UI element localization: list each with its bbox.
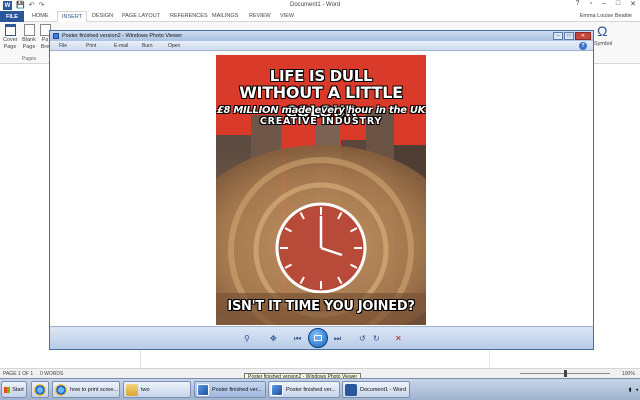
word-window-title: Document1 - Word [290, 2, 341, 8]
taskbar-item-label: Document1 - Word [360, 386, 407, 393]
photo-viewer-window: Poster finished version2 - Windows Photo… [49, 30, 594, 350]
symbol-button-label[interactable]: Symbol [594, 41, 612, 47]
zoom-level[interactable]: 100% [622, 371, 635, 377]
page-break-label: Pa Bre [40, 37, 50, 50]
start-button[interactable]: Start [1, 381, 27, 398]
ie-icon [34, 383, 46, 396]
pv-maximize-button[interactable]: □ [564, 32, 574, 40]
zoom-slider-thumb[interactable] [564, 370, 567, 377]
taskbar-ie-pinned[interactable] [31, 381, 49, 398]
pv-minimize-button[interactable]: – [553, 32, 563, 40]
symbol-omega-icon[interactable]: Ω [597, 23, 607, 39]
ribbon-display-icon[interactable]: ▫ [590, 0, 592, 8]
blank-page-icon [23, 24, 35, 36]
taskbar-item[interactable]: Document1 - Word [342, 381, 410, 398]
word-logo-icon: W [3, 1, 12, 10]
taskbar: Start how to print scree... two Poster f… [0, 378, 640, 400]
taskbar-item-label: how to print scree... [70, 386, 118, 393]
photo-viewer-titlebar: Poster finished version2 - Windows Photo… [50, 31, 593, 41]
taskbar-item-label: two [141, 386, 150, 393]
blank-page-button[interactable]: Blank Page [22, 24, 36, 51]
delete-icon[interactable]: ✕ [395, 334, 402, 343]
menu-email[interactable]: E-mail [114, 43, 128, 49]
photo-canvas[interactable]: LIFE IS DULL WITHOUT A LITTLE COLOUR £8 … [50, 51, 593, 326]
ribbon-tabs: FILE HOME INSERT DESIGN PAGE LAYOUT REFE… [0, 11, 640, 23]
poster-industry-line: CREATIVE INDUSTRY [259, 116, 383, 127]
word-window-controls: ? ▫ – □ ✕ [576, 0, 636, 8]
tab-view[interactable]: VIEW [280, 13, 294, 19]
tab-home[interactable]: HOME [32, 13, 49, 19]
tab-file[interactable]: FILE [0, 11, 24, 22]
tab-page-layout[interactable]: PAGE LAYOUT [122, 13, 160, 19]
poster-tagline: ISN'T IT TIME YOU JOINED? [227, 299, 415, 314]
pv-help-icon[interactable]: ? [579, 42, 587, 50]
photo-viewer-controls: ⚲ ✥ ⏮ ⏭ ↺ ↻ ✕ [50, 326, 593, 349]
windows-logo-icon [4, 386, 11, 393]
taskbar-item-label: Poster finished ver... [286, 386, 336, 393]
tab-design[interactable]: DESIGN [92, 13, 113, 19]
rotate-clockwise-icon[interactable]: ↻ [373, 334, 380, 343]
slideshow-button[interactable] [308, 328, 328, 348]
menu-burn[interactable]: Burn [142, 43, 153, 49]
photo-viewer-window-controls: – □ ✕ [553, 32, 591, 40]
photo-viewer-title: Poster finished version2 - Windows Photo… [62, 32, 183, 39]
pages-group-label: Pages [22, 56, 37, 62]
system-tray: ▮ ◂ [586, 381, 638, 398]
close-button[interactable]: ✕ [630, 0, 636, 8]
menu-print[interactable]: Print [86, 43, 96, 49]
folder-icon [126, 383, 138, 396]
tray-network-icon[interactable]: ▮ [629, 387, 632, 393]
cover-page-label: Cover Page [3, 37, 18, 50]
taskbar-item[interactable]: how to print scree... [52, 381, 120, 398]
taskbar-item[interactable]: Poster finished ver... [268, 381, 340, 398]
previous-icon[interactable]: ⏮ [294, 334, 301, 343]
redo-icon[interactable]: ↷ [39, 1, 45, 10]
ie-icon [55, 383, 67, 396]
word-titlebar: W 💾 ↶ ↷ Document1 - Word ? ▫ – □ ✕ [0, 0, 640, 11]
photo-viewer-icon [53, 33, 59, 39]
maximize-button[interactable]: □ [616, 0, 620, 8]
photo-viewer-icon [271, 383, 283, 396]
slideshow-icon [314, 335, 322, 341]
taskbar-item-label: Poster finished ver... [212, 386, 262, 393]
actual-size-icon[interactable]: ✥ [270, 334, 277, 343]
tray-volume-icon[interactable]: ◂ [635, 387, 638, 393]
undo-icon[interactable]: ↶ [29, 1, 35, 10]
poster-subline: £8 MILLION made every hour in the UK [216, 105, 426, 116]
word-count[interactable]: 0 WORDS [40, 371, 63, 377]
photo-viewer-icon [197, 383, 209, 396]
help-icon[interactable]: ? [576, 0, 580, 8]
tab-review[interactable]: REVIEW [249, 13, 271, 19]
taskbar-item[interactable]: Poster finished ver... [194, 381, 266, 398]
page-count[interactable]: PAGE 1 OF 1 [3, 371, 33, 377]
user-account[interactable]: Emma Louise Beattie [580, 13, 632, 19]
pv-close-button[interactable]: ✕ [575, 32, 591, 40]
blank-page-label: Blank Page [22, 37, 36, 50]
cover-page-button[interactable]: Cover Page [3, 24, 18, 51]
zoom-icon[interactable]: ⚲ [244, 334, 250, 343]
word-icon [345, 383, 357, 396]
photo-viewer-menubar: File Print E-mail Burn Open ? [50, 41, 593, 51]
quick-access-toolbar: W 💾 ↶ ↷ [3, 1, 44, 10]
start-label: Start [12, 386, 24, 393]
tab-references[interactable]: REFERENCES [170, 13, 208, 19]
menu-file[interactable]: File [59, 43, 67, 49]
minimize-button[interactable]: – [602, 0, 606, 8]
save-icon[interactable]: 💾 [16, 1, 25, 10]
menu-open[interactable]: Open [168, 43, 180, 49]
next-icon[interactable]: ⏭ [334, 334, 341, 343]
poster-image: LIFE IS DULL WITHOUT A LITTLE COLOUR £8 … [216, 55, 426, 325]
taskbar-item[interactable]: two [123, 381, 191, 398]
tab-mailings[interactable]: MAILINGS [212, 13, 238, 19]
cover-page-icon [4, 24, 16, 36]
rotate-counterclockwise-icon[interactable]: ↺ [359, 334, 366, 343]
